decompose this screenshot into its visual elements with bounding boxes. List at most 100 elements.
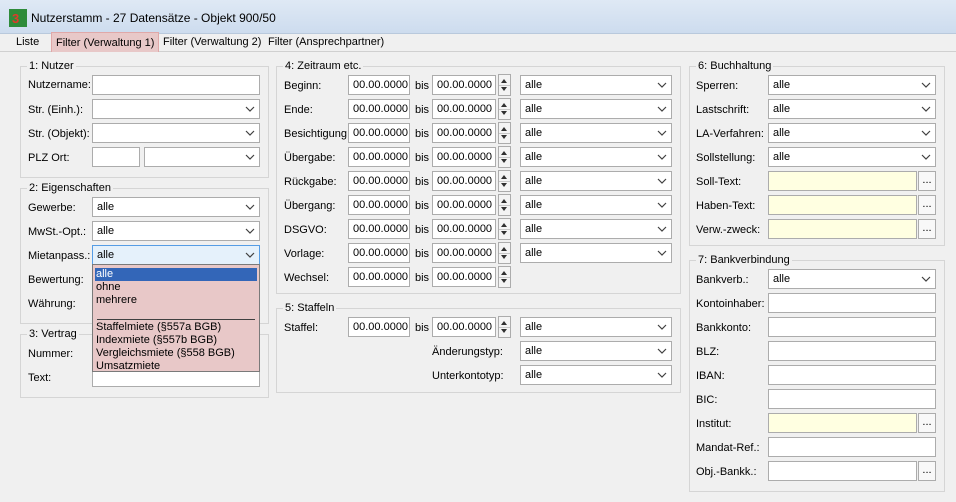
zeitraum-bis-label: bis bbox=[415, 104, 430, 116]
option-mehrere[interactable]: mehrere bbox=[95, 294, 257, 307]
str-objekt-dropdown[interactable] bbox=[92, 123, 260, 143]
zeitraum-from-input[interactable]: 00.00.0000 bbox=[348, 267, 410, 287]
unterkontotyp-dropdown[interactable]: alle bbox=[520, 365, 672, 385]
sperren-dropdown[interactable]: alle bbox=[768, 75, 936, 95]
staffel-from-input[interactable]: 00.00.0000 bbox=[348, 317, 410, 337]
blz-input[interactable] bbox=[768, 341, 936, 361]
zeitraum-from-input[interactable]: 00.00.0000 bbox=[348, 171, 410, 191]
str-einh-dropdown[interactable] bbox=[92, 99, 260, 119]
kontoinhaber-input[interactable] bbox=[768, 293, 936, 313]
mwst-opt-dropdown[interactable]: alle bbox=[92, 221, 260, 241]
zeitraum-to-input[interactable]: 00.00.0000 bbox=[432, 147, 496, 167]
zeitraum-filter-dropdown[interactable]: alle bbox=[520, 243, 672, 263]
spin-down-icon bbox=[501, 111, 507, 115]
zeitraum-spinner[interactable] bbox=[498, 146, 511, 168]
chevron-down-icon bbox=[921, 130, 931, 136]
zeitraum-to-input[interactable]: 00.00.0000 bbox=[432, 267, 496, 287]
sollstellung-dropdown[interactable]: alle bbox=[768, 147, 936, 167]
zeitraum-spinner[interactable] bbox=[498, 242, 511, 264]
zeitraum-spinner[interactable] bbox=[498, 74, 511, 96]
tab-filter-verwaltung-2[interactable]: Filter (Verwaltung 2) bbox=[159, 34, 265, 52]
str-einh-label: Str. (Einh.): bbox=[28, 104, 84, 116]
bankkonto-input[interactable] bbox=[768, 317, 936, 337]
staffel-filter-dropdown[interactable]: alle bbox=[520, 317, 672, 337]
zeitraum-spinner[interactable] bbox=[498, 122, 511, 144]
zeitraum-spinner[interactable] bbox=[498, 98, 511, 120]
iban-input[interactable] bbox=[768, 365, 936, 385]
zeitraum-to-input[interactable]: 00.00.0000 bbox=[432, 99, 496, 119]
zeitraum-filter-dropdown[interactable]: alle bbox=[520, 123, 672, 143]
chevron-down-icon bbox=[657, 226, 667, 232]
zeitraum-to-input[interactable]: 00.00.0000 bbox=[432, 195, 496, 215]
zeitraum-to-input[interactable]: 00.00.0000 bbox=[432, 171, 496, 191]
zeitraum-filter-dropdown[interactable]: alle bbox=[520, 219, 672, 239]
staffel-to-input[interactable]: 00.00.0000 bbox=[432, 317, 496, 337]
haben-text-browse-button[interactable]: ... bbox=[918, 195, 936, 215]
zeitraum-from-input[interactable]: 00.00.0000 bbox=[348, 123, 410, 143]
zeitraum-filter-value: alle bbox=[525, 175, 543, 187]
zeitraum-row-label: Besichtigung: bbox=[284, 128, 351, 140]
spin-down-icon bbox=[501, 329, 507, 333]
gewerbe-dropdown[interactable]: alle bbox=[92, 197, 260, 217]
obj-bankk-input[interactable] bbox=[768, 461, 917, 481]
nutzername-input[interactable] bbox=[92, 75, 260, 95]
ort-dropdown[interactable] bbox=[144, 147, 260, 167]
option-ohne[interactable]: ohne bbox=[95, 281, 257, 294]
zeitraum-filter-dropdown[interactable]: alle bbox=[520, 147, 672, 167]
bankverb-dropdown[interactable]: alle bbox=[768, 269, 936, 289]
zeitraum-from-input[interactable]: 00.00.0000 bbox=[348, 99, 410, 119]
tab-liste[interactable]: Liste bbox=[12, 34, 43, 52]
institut-browse-button[interactable]: ... bbox=[918, 413, 936, 433]
zeitraum-from-input[interactable]: 00.00.0000 bbox=[348, 147, 410, 167]
soll-text-browse-button[interactable]: ... bbox=[918, 171, 936, 191]
bankkonto-label: Bankkonto: bbox=[696, 322, 752, 334]
staffel-filter-value: alle bbox=[525, 321, 543, 333]
zeitraum-to-input[interactable]: 00.00.0000 bbox=[432, 219, 496, 239]
zeitraum-spinner[interactable] bbox=[498, 170, 511, 192]
spin-up-icon bbox=[501, 199, 507, 203]
haben-text-input[interactable] bbox=[768, 195, 917, 215]
option-alle[interactable]: alle bbox=[95, 268, 257, 281]
zeitraum-filter-dropdown[interactable]: alle bbox=[520, 99, 672, 119]
option-indexmiete[interactable]: Indexmiete (§557b BGB) bbox=[95, 334, 257, 347]
tab-filter-verwaltung-1[interactable]: Filter (Verwaltung 1) bbox=[51, 32, 160, 52]
la-verfahren-dropdown[interactable]: alle bbox=[768, 123, 936, 143]
zeitraum-to-input[interactable]: 00.00.0000 bbox=[432, 75, 496, 95]
zeitraum-spinner[interactable] bbox=[498, 266, 511, 288]
option-umsatzmiete[interactable]: Umsatzmiete bbox=[95, 360, 257, 373]
institut-input[interactable] bbox=[768, 413, 917, 433]
zeitraum-filter-value: alle bbox=[525, 199, 543, 211]
zeitraum-filter-dropdown[interactable]: alle bbox=[520, 195, 672, 215]
chevron-down-icon bbox=[657, 154, 667, 160]
soll-text-label: Soll-Text: bbox=[696, 176, 742, 188]
verw-zweck-browse-button[interactable]: ... bbox=[918, 219, 936, 239]
option-vergleichsmiete[interactable]: Vergleichsmiete (§558 BGB) bbox=[95, 347, 257, 360]
option-staffelmiete[interactable]: Staffelmiete (§557a BGB) bbox=[95, 321, 257, 334]
zeitraum-from-input[interactable]: 00.00.0000 bbox=[348, 243, 410, 263]
zeitraum-from-input[interactable]: 00.00.0000 bbox=[348, 219, 410, 239]
mandat-ref-input[interactable] bbox=[768, 437, 936, 457]
bic-input[interactable] bbox=[768, 389, 936, 409]
lastschrift-dropdown[interactable]: alle bbox=[768, 99, 936, 119]
zeitraum-filter-dropdown[interactable]: alle bbox=[520, 75, 672, 95]
zeitraum-row-label: Vorlage: bbox=[284, 248, 325, 260]
soll-text-input[interactable] bbox=[768, 171, 917, 191]
zeitraum-spinner[interactable] bbox=[498, 218, 511, 240]
verw-zweck-input[interactable] bbox=[768, 219, 917, 239]
zeitraum-from-input[interactable]: 00.00.0000 bbox=[348, 195, 410, 215]
zeitraum-from-input[interactable]: 00.00.0000 bbox=[348, 75, 410, 95]
tab-filter-ansprechpartner[interactable]: Filter (Ansprechpartner) bbox=[264, 34, 388, 52]
haben-text-label: Haben-Text: bbox=[696, 200, 756, 212]
staffel-spinner[interactable] bbox=[498, 316, 511, 338]
plz-input[interactable] bbox=[92, 147, 140, 167]
sollstellung-label: Sollstellung: bbox=[696, 152, 756, 164]
zeitraum-to-input[interactable]: 00.00.0000 bbox=[432, 123, 496, 143]
mietanpass-dropdown[interactable]: alle bbox=[92, 245, 260, 265]
mietanpass-options-list[interactable]: alle ohne mehrere Staffelmiete (§557a BG… bbox=[92, 264, 260, 372]
zeitraum-bis-label: bis bbox=[415, 176, 430, 188]
zeitraum-to-input[interactable]: 00.00.0000 bbox=[432, 243, 496, 263]
aenderungstyp-dropdown[interactable]: alle bbox=[520, 341, 672, 361]
zeitraum-spinner[interactable] bbox=[498, 194, 511, 216]
zeitraum-filter-dropdown[interactable]: alle bbox=[520, 171, 672, 191]
obj-bankk-browse-button[interactable]: ... bbox=[918, 461, 936, 481]
